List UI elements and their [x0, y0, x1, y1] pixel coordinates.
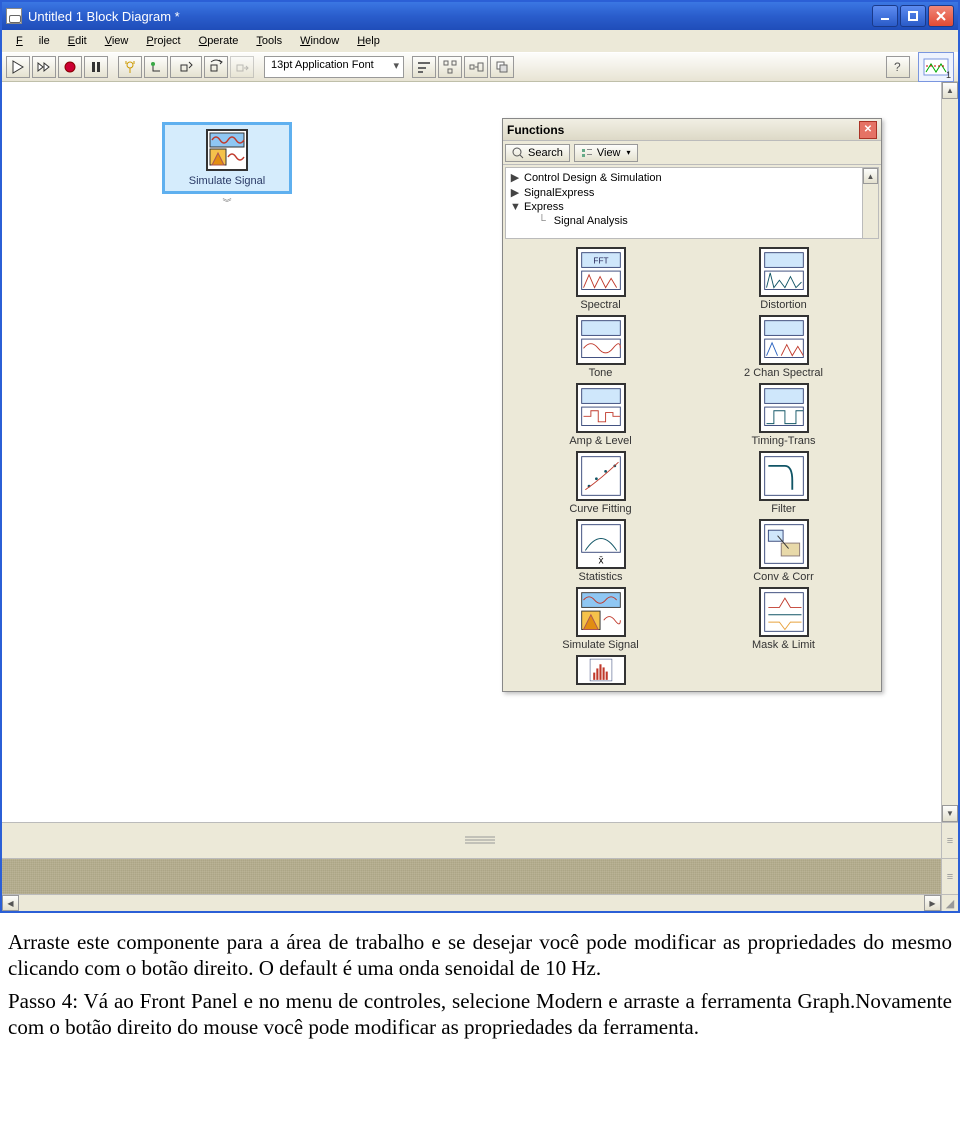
palette-item-2chan[interactable]: 2 Chan Spectral	[694, 315, 873, 379]
resize-grip[interactable]: ◢	[941, 895, 958, 911]
palette-grid: FFTSpectral Distortion Tone 2 Chan Spect…	[503, 241, 881, 691]
minimize-button[interactable]	[872, 5, 898, 27]
step-over-button[interactable]	[204, 56, 228, 78]
secondary-pane[interactable]: ≡	[2, 858, 958, 894]
menu-bar: File Edit View Project Operate Tools Win…	[2, 30, 958, 52]
menu-view[interactable]: View	[97, 33, 137, 49]
distribute-button[interactable]	[438, 56, 462, 78]
toolbar: 13pt Application Font ? 1	[2, 52, 958, 82]
splitter-handle[interactable]	[460, 833, 500, 847]
retain-wire-button[interactable]	[144, 56, 168, 78]
align-button[interactable]	[412, 56, 436, 78]
palette-view-button[interactable]: View▾	[574, 144, 638, 162]
maximize-button[interactable]	[900, 5, 926, 27]
palette-item-timing[interactable]: Timing-Trans	[694, 383, 873, 447]
help-button[interactable]: ?	[886, 56, 910, 78]
app-window: Untitled 1 Block Diagram * File Edit Vie…	[0, 0, 960, 913]
tree-scroll-up[interactable]: ▲	[863, 168, 878, 184]
palette-close-button[interactable]: ✕	[859, 121, 877, 139]
menu-project[interactable]: Project	[138, 33, 188, 49]
tree-row-child[interactable]: └Signal Analysis	[508, 214, 876, 228]
palette-item-tone[interactable]: Tone	[511, 315, 690, 379]
palette-item-mask-limit[interactable]: Mask & Limit	[694, 587, 873, 651]
palette-titlebar[interactable]: Functions ✕	[503, 119, 881, 141]
palette-item-statistics[interactable]: x̄Statistics	[511, 519, 690, 583]
block-diagram-canvas[interactable]: ▲ ▼ Simulate Signal ︾	[2, 82, 958, 822]
menu-operate[interactable]: Operate	[191, 33, 247, 49]
expand-chevron-icon[interactable]: ︾	[162, 196, 292, 209]
menu-file[interactable]: File	[8, 33, 58, 49]
palette-item-distortion[interactable]: Distortion	[694, 247, 873, 311]
view-icon	[581, 147, 593, 159]
scroll-left-arrow[interactable]: ◀	[2, 895, 19, 911]
reorder-button[interactable]	[490, 56, 514, 78]
run-continuous-button[interactable]	[32, 56, 56, 78]
svg-text:FFT: FFT	[593, 257, 608, 266]
resize-button[interactable]	[464, 56, 488, 78]
node-label: Simulate Signal	[189, 175, 265, 187]
tree-row[interactable]: ▼Express	[508, 200, 876, 214]
pause-button[interactable]	[84, 56, 108, 78]
run-button[interactable]	[6, 56, 30, 78]
splitter-grip[interactable]: ≡	[941, 823, 958, 858]
palette-title: Functions	[507, 123, 564, 137]
svg-text:x̄: x̄	[598, 555, 603, 566]
font-selector[interactable]: 13pt Application Font	[264, 56, 404, 78]
scroll-right-arrow[interactable]: ▶	[924, 895, 941, 911]
simulate-signal-node[interactable]: Simulate Signal ︾	[162, 122, 292, 209]
palette-item-amp-level[interactable]: Amp & Level	[511, 383, 690, 447]
menu-window[interactable]: Window	[292, 33, 347, 49]
palette-search-button[interactable]: Search	[505, 144, 570, 162]
instruction-text: Arraste este componente para a área de t…	[0, 913, 960, 1054]
search-icon	[512, 147, 524, 159]
vertical-scrollbar[interactable]: ▲ ▼	[941, 82, 958, 822]
tree-scrollbar[interactable]: ▲	[862, 168, 878, 238]
highlight-exec-button[interactable]	[118, 56, 142, 78]
menu-tools[interactable]: Tools	[248, 33, 290, 49]
app-icon	[6, 8, 22, 24]
secondary-pane-grip[interactable]: ≡	[941, 859, 958, 894]
scroll-down-arrow[interactable]: ▼	[942, 805, 958, 822]
palette-item-filter[interactable]: Filter	[694, 451, 873, 515]
tree-row[interactable]: ▶Control Design & Simulation	[508, 170, 876, 185]
paragraph-1: Arraste este componente para a área de t…	[8, 929, 952, 982]
connector-pane-icon[interactable]: 1	[918, 52, 954, 82]
horizontal-scrollbar[interactable]: ◀ ▶ ◢	[2, 894, 958, 911]
palette-item-conv-corr[interactable]: Conv & Corr	[694, 519, 873, 583]
palette-item-partial[interactable]	[511, 655, 690, 685]
step-out-button[interactable]	[230, 56, 254, 78]
palette-item-curve-fitting[interactable]: Curve Fitting	[511, 451, 690, 515]
functions-palette[interactable]: Functions ✕ Search View▾ ▶Control Design…	[502, 118, 882, 692]
title-bar[interactable]: Untitled 1 Block Diagram *	[2, 2, 958, 30]
svg-text:?: ?	[894, 60, 901, 74]
icon-index: 1	[946, 70, 951, 80]
step-into-button[interactable]	[170, 56, 202, 78]
palette-tree[interactable]: ▶Control Design & Simulation ▶SignalExpr…	[505, 167, 879, 239]
menu-edit[interactable]: Edit	[60, 33, 95, 49]
paragraph-2: Passo 4: Vá ao Front Panel e no menu de …	[8, 988, 952, 1041]
scroll-up-arrow[interactable]: ▲	[942, 82, 958, 99]
palette-item-spectral[interactable]: FFTSpectral	[511, 247, 690, 311]
window-title: Untitled 1 Block Diagram *	[28, 9, 872, 24]
menu-help[interactable]: Help	[349, 33, 388, 49]
simulate-signal-icon	[206, 129, 248, 171]
close-button[interactable]	[928, 5, 954, 27]
tree-row[interactable]: ▶SignalExpress	[508, 185, 876, 200]
palette-item-simulate-signal[interactable]: Simulate Signal	[511, 587, 690, 651]
abort-button[interactable]	[58, 56, 82, 78]
